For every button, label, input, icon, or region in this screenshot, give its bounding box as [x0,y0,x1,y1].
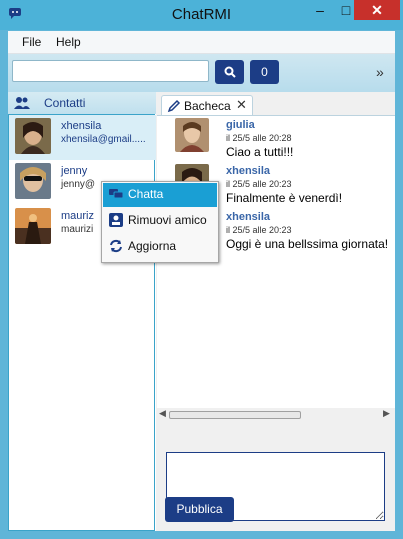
contact-name: jenny [61,165,88,177]
menu-file[interactable]: File [22,35,41,49]
post-author: xhensila [226,165,271,177]
post-time: il 25/5 alle 20:23 [226,225,292,235]
wall-panel: Bacheca ✕ giulia il 25/5 alle 20:28 Ciao… [157,92,395,531]
avatar [15,208,51,244]
collapse-double-arrow-icon[interactable]: » [376,64,384,80]
contact-email: maurizi [61,224,94,235]
menu-bar: File Help [8,31,395,54]
tab-bacheca[interactable]: Bacheca ✕ [161,95,253,116]
minimize-button[interactable]: – [307,0,333,20]
avatar [175,118,209,152]
post-author: xhensila [226,211,271,223]
remove-friend-icon [109,213,123,227]
context-menu-rimuovi-amico[interactable]: Rimuovi amico [103,209,217,233]
scroll-right-arrow-icon[interactable]: ▶ [383,408,390,419]
post-item: giulia il 25/5 alle 20:28 Ciao a tutti!!… [157,118,395,164]
contact-list[interactable]: xhensila xhensila@gmail..... jenny jenny… [8,114,156,531]
client-area: File Help 0 » Contatti xhensila xhensila… [8,31,395,531]
contacts-header: Contatti [8,92,156,114]
contact-name: mauriz [61,210,95,222]
scrollbar-thumb[interactable] [169,411,301,419]
search-button[interactable] [215,60,244,84]
contact-email: jenny@ [61,179,96,190]
post-author: giulia [226,119,255,131]
friend-requests-button[interactable]: 0 [250,60,279,84]
context-menu-label: Rimuovi amico [128,213,207,227]
contact-email: xhensila@gmail..... [61,134,146,145]
context-menu-chatta[interactable]: Chatta [103,183,217,207]
tab-close-icon[interactable]: ✕ [236,97,247,113]
search-input[interactable] [12,60,209,82]
contact-name: xhensila [61,120,102,132]
contacts-title: Contatti [44,96,86,110]
contacts-panel: Contatti xhensila xhensila@gmail..... je… [8,92,156,531]
post-time: il 25/5 alle 20:23 [226,179,292,189]
publish-button[interactable]: Pubblica [165,497,234,522]
contact-context-menu: Chatta Rimuovi amico Aggiorna [101,181,219,263]
toolbar: 0 » [8,54,395,92]
avatar [15,118,51,154]
post-time: il 25/5 alle 20:28 [226,133,292,143]
search-icon [224,66,236,78]
scroll-left-arrow-icon[interactable]: ◀ [159,408,166,419]
post-text: Finalmente è venerdì! [226,191,343,205]
post-text: Oggi è una bellssima giornata! [226,237,389,251]
title-bar[interactable]: ChatRMI – □ ✕ [0,0,403,30]
context-menu-label: Chatta [128,187,164,201]
contact-item-xhensila[interactable]: xhensila xhensila@gmail..... [9,115,156,160]
contacts-people-icon [14,97,30,109]
tab-label: Bacheca [184,99,231,113]
app-window: ChatRMI – □ ✕ File Help 0 » Contatti xhe… [0,0,403,539]
context-menu-aggiorna[interactable]: Aggiorna [103,235,217,259]
horizontal-scrollbar[interactable]: ◀ ▶ [157,408,395,422]
menu-help[interactable]: Help [56,35,81,49]
context-menu-label: Aggiorna [128,239,177,253]
post-text: Ciao a tutti!!! [226,145,294,159]
close-button[interactable]: ✕ [354,0,400,20]
refresh-icon [110,239,122,253]
chat-bubbles-icon [109,189,123,199]
avatar [15,163,51,199]
pencil-icon [167,99,181,113]
